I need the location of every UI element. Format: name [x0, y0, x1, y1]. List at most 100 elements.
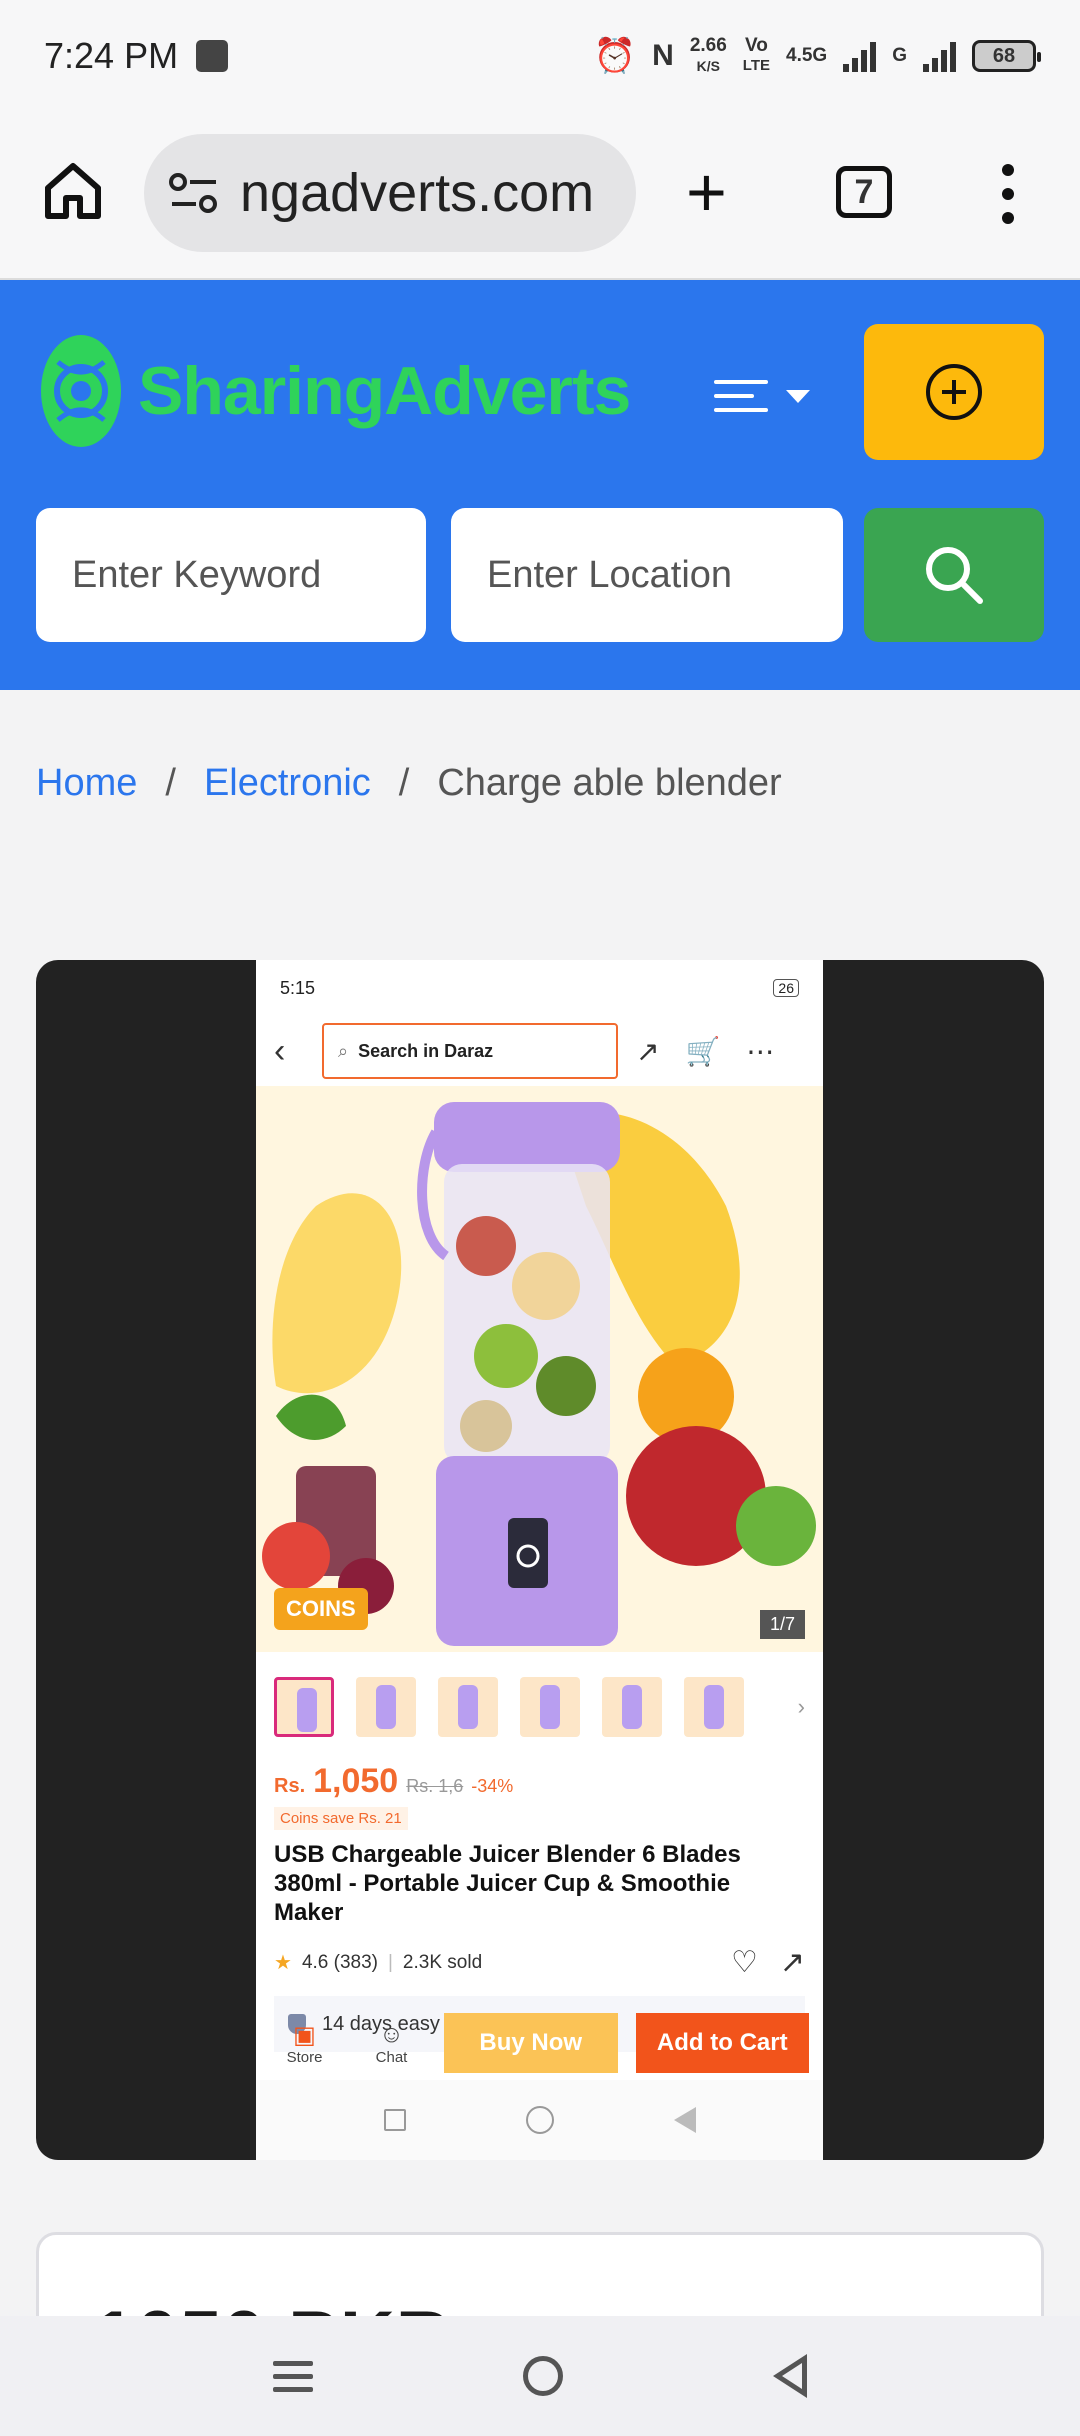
blender-illustration [262, 1102, 816, 1646]
volte-bottom: LTE [742, 57, 771, 74]
home-button[interactable] [523, 2356, 563, 2396]
logo-mark-icon [41, 335, 121, 447]
tab-switcher-button[interactable]: 7 [836, 166, 892, 218]
search-icon: ⌕ [338, 1040, 349, 1061]
coins-save-label: Coins save Rs. 21 [274, 1807, 408, 1830]
share-icon: ↗ [636, 1035, 660, 1067]
discount-percent: -34% [471, 1776, 514, 1796]
battery-level: 68 [992, 44, 1016, 67]
currency-label: Rs. [274, 1775, 306, 1797]
image-counter: 1/7 [759, 1610, 805, 1639]
net-speed-unit: K/S [696, 58, 720, 74]
signal-bars-2-icon [923, 40, 956, 72]
screenshot-search-box: ⌕ Search in Daraz [322, 1023, 618, 1079]
thumbnail-image [684, 1677, 744, 1737]
cart-icon: 🛒 [685, 1035, 721, 1067]
hamburger-icon [714, 380, 768, 412]
chat-icon: ☺ [379, 2020, 404, 2048]
breadcrumb-category[interactable]: Electronic [204, 762, 371, 805]
price-row: Rs. 1,050 Rs. 1,6 -34% [256, 1762, 823, 1801]
breadcrumb-separator: / [398, 762, 410, 804]
browser-toolbar: ngadverts.com + 7 [0, 112, 1080, 280]
screenshot-search-row: ‹ ⌕ Search in Daraz ↗ 🛒 ⋯ [256, 1016, 823, 1086]
net-speed-value: 2.66 [689, 35, 727, 56]
thumbnail-image [274, 1677, 334, 1737]
store-icon: ▣ [293, 2021, 316, 2049]
back-button[interactable] [773, 2354, 807, 2398]
screenshot-time: 5:15 [280, 977, 316, 998]
screenshot-bottom-bar: ▣ Store ☺ Chat Buy Now Add to Cart [256, 2006, 823, 2080]
nfc-icon: N [652, 39, 674, 72]
rating-divider: | [387, 1951, 393, 1973]
product-screenshot: 5:15 26 ‹ ⌕ Search in Daraz ↗ 🛒 ⋯ COINS … [256, 960, 823, 2160]
add-to-cart-button: Add to Cart [635, 2013, 809, 2073]
sold-count: 2.3K sold [402, 1951, 483, 1973]
thumbnail-image [520, 1677, 580, 1737]
url-text: ngadverts.com [240, 163, 595, 223]
buy-now-button: Buy Now [444, 2013, 618, 2073]
screenshot-search-text: Search in Daraz [358, 1040, 494, 1061]
home-icon[interactable] [42, 160, 104, 222]
thumbnail-image [602, 1677, 662, 1737]
status-time: 7:24 PM [44, 35, 179, 76]
search-icon [926, 547, 983, 604]
chevron-down-icon [786, 389, 810, 403]
rating-action-icons: ♡ ↗ [731, 1945, 805, 1980]
back-arrow-icon: ‹ [274, 1031, 286, 1070]
back-triangle-icon [673, 2107, 696, 2133]
product-title: USB Chargeable Juicer Blender 6 Blades 3… [274, 1841, 741, 1926]
status-right: ⏰ N 2.66 K/S Vo LTE 4.5G G 68 [593, 36, 1041, 76]
thumbnail-strip: › [256, 1652, 823, 1762]
battery-icon: 68 [972, 40, 1041, 72]
url-bar[interactable]: ngadverts.com [144, 134, 636, 252]
thumbnail-image [356, 1677, 416, 1737]
sale-price: 1,050 [313, 1762, 399, 1800]
nav-menu-toggle[interactable] [714, 366, 824, 426]
breadcrumb: Home / Electronic / Charge able blender [36, 762, 782, 805]
product-image-frame[interactable]: 5:15 26 ‹ ⌕ Search in Daraz ↗ 🛒 ⋯ COINS … [36, 960, 1044, 2160]
plus-circle-icon [926, 364, 982, 420]
rating-row: ★ 4.6 (383) | 2.3K sold ♡ ↗ [256, 1927, 823, 1980]
recents-button[interactable] [273, 2360, 313, 2392]
post-ad-button[interactable] [864, 324, 1044, 460]
star-icon: ★ [274, 1952, 292, 1974]
recents-icon [383, 2109, 406, 2131]
rating-value: 4.6 (383) [301, 1951, 378, 1973]
screenshot-nav-bar [256, 2080, 823, 2160]
alarm-icon: ⏰ [593, 37, 637, 75]
site-settings-icon[interactable] [166, 168, 226, 218]
heart-icon: ♡ [730, 1946, 758, 1979]
share-icon: ↗ [779, 1946, 805, 1979]
signal-bars-icon [843, 40, 877, 72]
tab-count: 7 [854, 173, 874, 211]
volte-top: Vo [744, 35, 768, 56]
volte-indicator: Vo LTE [743, 36, 770, 76]
net-speed: 2.66 K/S [690, 36, 727, 76]
location-input[interactable] [451, 508, 843, 642]
chevron-right-icon: › [797, 1694, 805, 1719]
store-tab: ▣ Store [270, 2021, 339, 2066]
breadcrumb-separator: / [165, 762, 176, 804]
thumbnail-image [438, 1677, 498, 1737]
network-type: 4.5G [786, 45, 828, 66]
home-circle-icon [525, 2106, 554, 2134]
coins-badge: COINS [274, 1588, 368, 1630]
chat-tab: ☺ Chat [357, 2021, 426, 2066]
status-left: 7:24 PM [44, 35, 229, 77]
site-logo[interactable]: SharingAdverts [38, 332, 631, 450]
keyword-input[interactable] [36, 508, 426, 642]
browser-menu-button[interactable] [1000, 164, 1016, 224]
site-header: SharingAdverts [0, 280, 1080, 690]
system-nav-bar [0, 2316, 1080, 2436]
original-price: Rs. 1,6 [406, 1776, 464, 1796]
screenshot-battery: 26 [773, 979, 799, 997]
network-type-2: G [892, 45, 907, 66]
new-tab-button[interactable]: + [686, 157, 727, 227]
chat-tab-label: Chat [375, 2048, 408, 2066]
blender-photo: COINS 1/7 [256, 1086, 823, 1652]
store-tab-label: Store [286, 2048, 323, 2066]
breadcrumb-home[interactable]: Home [36, 762, 137, 805]
logo-text: SharingAdverts [138, 353, 631, 429]
search-button[interactable] [864, 508, 1044, 642]
screenshot-action-icons: ↗ 🛒 ⋯ [636, 1035, 774, 1068]
